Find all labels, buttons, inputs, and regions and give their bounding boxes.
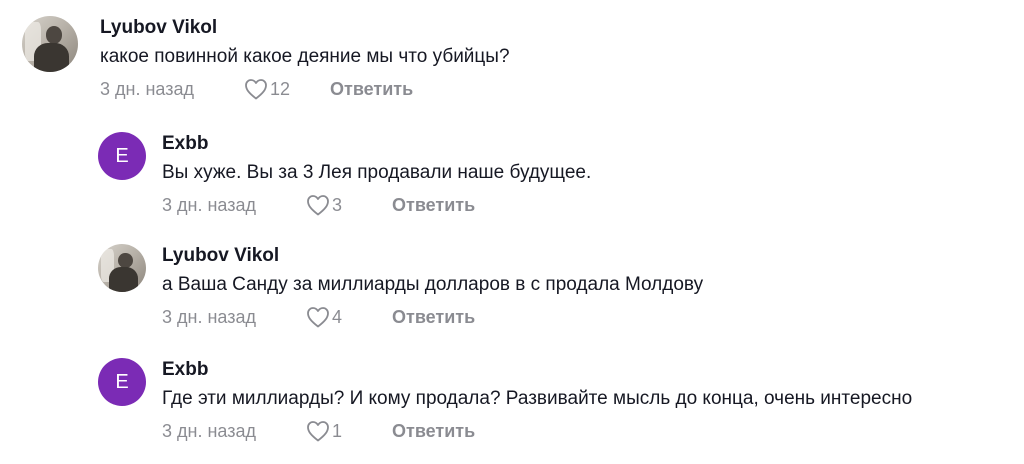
avatar-letter: E	[115, 370, 129, 393]
reply-comment: E Exbb Где эти миллиарды? И кому продала…	[98, 358, 912, 444]
comment-text: Где эти миллиарды? И кому продала? Разви…	[162, 388, 913, 409]
like-button[interactable]: 3	[306, 192, 392, 218]
avatar[interactable]: E	[98, 132, 146, 180]
avatar[interactable]	[22, 16, 78, 72]
avatar[interactable]: E	[98, 358, 146, 406]
avatar-letter: E	[115, 144, 129, 167]
timestamp: 3 дн. назад	[162, 307, 256, 327]
comment-meta: 3 дн. назад 12 Ответить	[100, 76, 510, 102]
like-count: 12	[270, 79, 291, 99]
reply-comment: E Exbb Вы хуже. Вы за 3 Лея продавали на…	[98, 132, 591, 218]
heart-icon[interactable]	[244, 78, 268, 100]
like-button[interactable]: 1	[306, 418, 392, 444]
reply-comment: Lyubov Vikol а Ваша Санду за миллиарды д…	[98, 244, 703, 330]
username[interactable]: Exbb	[162, 132, 591, 156]
like-button[interactable]: 4	[306, 304, 392, 330]
timestamp: 3 дн. назад	[162, 421, 256, 441]
like-count: 3	[332, 195, 343, 215]
username[interactable]: Exbb	[162, 358, 912, 382]
comment-text: какое повинной какое деяние мы что убийц…	[100, 46, 510, 67]
username[interactable]: Lyubov Vikol	[162, 244, 703, 268]
reply-button[interactable]: Ответить	[392, 304, 475, 330]
reply-button[interactable]: Ответить	[392, 418, 475, 444]
like-button[interactable]: 12	[244, 76, 330, 102]
like-count: 1	[332, 421, 343, 441]
comment-content: Exbb Где эти миллиарды? И кому продала? …	[162, 358, 912, 444]
heart-icon[interactable]	[306, 420, 330, 442]
comment-meta: 3 дн. назад 4 Ответить	[162, 304, 703, 330]
comment-content: Lyubov Vikol какое повинной какое деяние…	[100, 16, 510, 102]
timestamp: 3 дн. назад	[100, 79, 194, 99]
comment-text: а Ваша Санду за миллиарды долларов в с п…	[162, 274, 704, 295]
comment-meta: 3 дн. назад 3 Ответить	[162, 192, 591, 218]
reply-button[interactable]: Ответить	[330, 76, 413, 102]
heart-icon[interactable]	[306, 194, 330, 216]
timestamp: 3 дн. назад	[162, 195, 256, 215]
username[interactable]: Lyubov Vikol	[100, 16, 510, 40]
comment-content: Exbb Вы хуже. Вы за 3 Лея продавали наше…	[162, 132, 591, 218]
avatar[interactable]	[98, 244, 146, 292]
comment: Lyubov Vikol какое повинной какое деяние…	[22, 16, 510, 102]
comment-text: Вы хуже. Вы за 3 Лея продавали наше буду…	[162, 162, 592, 183]
heart-icon[interactable]	[306, 306, 330, 328]
comment-content: Lyubov Vikol а Ваша Санду за миллиарды д…	[162, 244, 703, 330]
like-count: 4	[332, 307, 343, 327]
comment-meta: 3 дн. назад 1 Ответить	[162, 418, 912, 444]
reply-button[interactable]: Ответить	[392, 192, 475, 218]
